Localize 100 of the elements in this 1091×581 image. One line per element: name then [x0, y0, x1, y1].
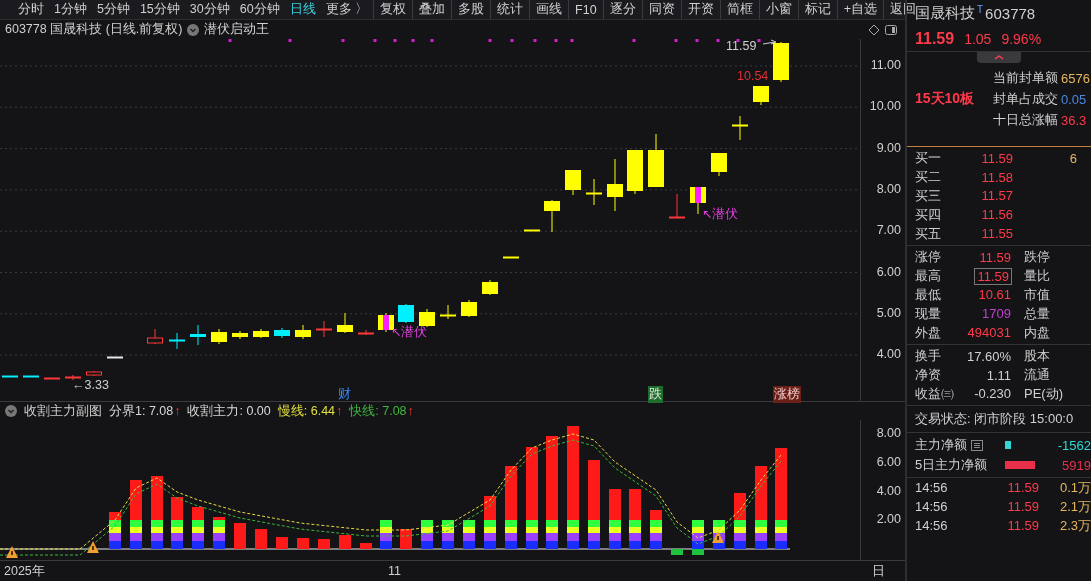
candle	[461, 299, 477, 318]
indicator-name[interactable]: 潜伏启动王	[204, 21, 270, 38]
timeframe-tab[interactable]: 30分钟	[185, 0, 234, 19]
up-arrow: ↑	[174, 404, 181, 419]
price-tick: 8.00	[876, 181, 901, 196]
toolbar-button[interactable]: 标记	[797, 0, 837, 19]
event-marker: 财	[337, 386, 352, 404]
stat-label: 量比	[1023, 267, 1051, 286]
date-label: 11	[387, 564, 402, 578]
toolbar-button[interactable]: 小窗	[758, 0, 798, 19]
indicator-bar	[171, 497, 183, 550]
timeframe-tab[interactable]: 5分钟	[92, 0, 134, 19]
timeframe-tab[interactable]: 60分钟	[235, 0, 284, 19]
indicator-bar	[276, 537, 288, 550]
price-tick: 4.00	[876, 347, 901, 362]
timeframe-tab[interactable]: 15分钟	[135, 0, 184, 19]
bid-label: 买四	[915, 205, 942, 224]
timeframe-tab[interactable]: 分时	[14, 0, 48, 19]
candle	[274, 327, 290, 339]
indicator-bar	[463, 520, 475, 550]
candle	[22, 375, 40, 378]
bid-label: 买三	[915, 187, 942, 205]
price-label: 10.54	[737, 69, 769, 84]
timeframe-tab[interactable]: 日线	[285, 0, 320, 19]
indicator-value: 慢线: 6.44	[277, 402, 336, 420]
toolbar-button[interactable]: 开资	[680, 0, 720, 19]
stat-label: PE(动)	[1023, 384, 1064, 403]
diamond-icon	[868, 23, 880, 36]
indicator-tick: 4.00	[876, 483, 901, 498]
toolbar-button[interactable]: +自选	[836, 0, 883, 19]
price-label: ←3.33	[72, 378, 109, 393]
toolbar-button[interactable]: 画线	[529, 0, 569, 19]
stat-value: 494031	[967, 325, 1011, 341]
price-tick: 5.00	[876, 305, 901, 320]
indicator-bar	[692, 520, 704, 556]
stat-label: 净资	[915, 366, 942, 385]
indicator-bar	[297, 538, 309, 550]
stat-value: 17.60%	[966, 348, 1011, 364]
indicator-bar	[234, 523, 246, 550]
candle	[565, 169, 581, 196]
info-value: 6576	[1061, 70, 1090, 86]
tick-volume: 2.3万	[1059, 516, 1091, 535]
chart-title: 603778 国晟科技 (日线.前复权)	[5, 21, 183, 38]
toolbar-button[interactable]: 同资	[641, 0, 681, 19]
timeframe-tab[interactable]: 1分钟	[50, 0, 91, 19]
stat-label: 最低	[915, 285, 942, 304]
candle	[86, 370, 102, 377]
candle	[398, 303, 414, 324]
candle	[106, 356, 124, 359]
indicator-value: 快线: 7.08	[349, 402, 407, 420]
flag-letter: T	[977, 4, 984, 15]
percent-change: 9.96%	[1001, 31, 1042, 47]
bid-label: 买五	[915, 224, 942, 243]
date-label: 2025年	[3, 562, 46, 580]
timeframe-tab[interactable]: 更多 〉	[321, 0, 373, 19]
bid-price: 11.57	[981, 188, 1013, 204]
tick-price: 11.59	[1007, 480, 1039, 496]
trading-status: 交易状态: 闭市阶段 15:00:0	[915, 410, 1074, 429]
indicator-bar	[671, 549, 683, 556]
toolbar-button[interactable]: 简框	[719, 0, 759, 19]
indicator-bar	[318, 539, 330, 550]
toolbar-button[interactable]: 多股	[451, 0, 491, 19]
up-arrow: ↑	[336, 404, 343, 419]
info-label: 当前封单额	[993, 69, 1058, 87]
toolbar-button[interactable]: 叠加	[412, 0, 452, 19]
flow-value: 5919	[1062, 457, 1091, 473]
alert-icon	[6, 546, 18, 559]
indicator-bar	[421, 520, 433, 550]
candle	[668, 193, 686, 219]
info-value: 36.3	[1061, 112, 1087, 128]
bid-label: 买二	[915, 168, 942, 187]
toolbar-button[interactable]: 统计	[490, 0, 530, 19]
info-label: 封单占成交	[993, 90, 1058, 108]
stat-label: 股本	[1023, 347, 1051, 366]
info-value: 0.05	[1061, 91, 1087, 107]
indicator-bar	[629, 489, 641, 550]
candle	[627, 149, 643, 195]
stat-label: 内盘	[1023, 323, 1051, 342]
date-label: 日	[871, 562, 885, 580]
indicator-bar	[442, 520, 454, 550]
candle	[544, 199, 560, 233]
indicator-bar	[484, 496, 496, 550]
stat-value: 10.61	[978, 287, 1011, 303]
candle	[43, 377, 61, 380]
candle	[648, 133, 664, 188]
stat-value: -0.230	[974, 386, 1011, 402]
stat-label: 换手	[915, 347, 942, 366]
indicator-tick: 2.00	[876, 512, 901, 527]
stat-value: 11.59	[975, 268, 1011, 284]
toolbar-button[interactable]: F10	[568, 0, 603, 19]
candle	[315, 320, 333, 338]
stat-value: 1709	[982, 306, 1011, 322]
candle	[357, 329, 375, 336]
toolbar-button[interactable]: 逐分	[602, 0, 642, 19]
candle	[64, 374, 82, 381]
tick-price: 11.59	[1007, 518, 1039, 534]
stat-label: 外盘	[915, 323, 942, 342]
candle	[378, 312, 394, 333]
toolbar-button[interactable]: 复权	[373, 0, 413, 19]
stock-code: 603778	[985, 5, 1036, 22]
